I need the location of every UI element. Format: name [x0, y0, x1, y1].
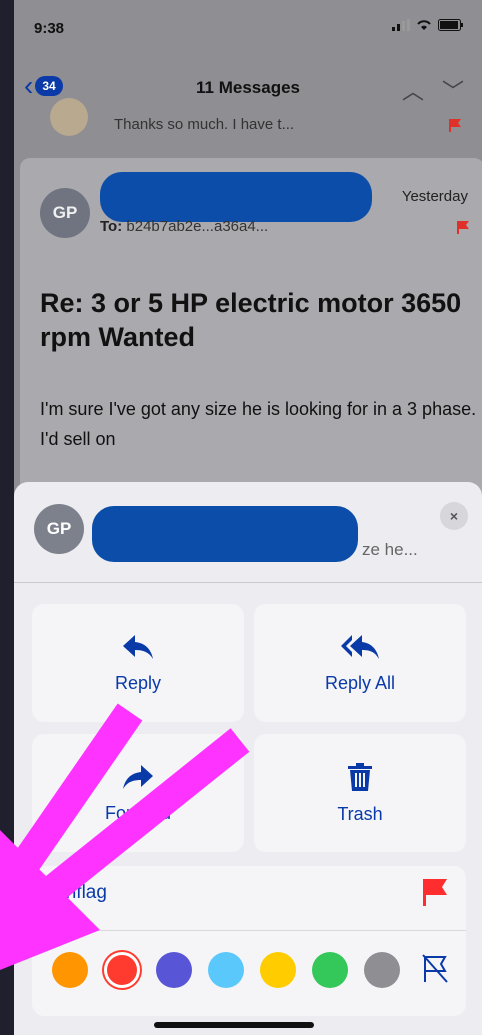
- signal-icon: [392, 19, 411, 31]
- message-nav-arrows: ︿ ﹀: [402, 74, 464, 106]
- redaction-bar: [100, 172, 372, 222]
- trash-icon: [348, 762, 372, 791]
- flag-icon: [423, 879, 447, 906]
- sheet-sender-avatar: GP: [34, 504, 84, 554]
- battery-icon: [438, 19, 463, 31]
- forward-icon: [123, 764, 153, 789]
- trash-button[interactable]: Trash: [254, 734, 466, 852]
- forward-label: Forward: [104, 802, 171, 823]
- flag-color-purple[interactable]: [156, 952, 192, 988]
- flag-panel: Unflag: [32, 866, 466, 1016]
- flag-color-red[interactable]: [104, 952, 140, 988]
- reply-all-icon: [341, 634, 379, 659]
- wifi-icon: [417, 20, 431, 30]
- forward-button[interactable]: Forward: [32, 734, 244, 852]
- reply-label: Reply: [114, 672, 162, 693]
- reply-button[interactable]: Reply: [32, 604, 244, 722]
- clear-flag-icon[interactable]: [422, 954, 448, 984]
- flag-color-orange[interactable]: [52, 952, 88, 988]
- flag-icon: [457, 221, 469, 234]
- chevron-down-icon[interactable]: ﹀: [442, 74, 464, 106]
- flag-color-green[interactable]: [312, 952, 348, 988]
- mail-app-screen: 9:38 ‹ 34 11 Messages ︿ ﹀ Thanks so much…: [14, 0, 482, 1035]
- status-bar: 9:38: [14, 0, 482, 56]
- chevron-up-icon[interactable]: ︿: [402, 74, 424, 106]
- trash-label: Trash: [337, 803, 383, 824]
- flag-color-blue[interactable]: [208, 952, 244, 988]
- recipient-line[interactable]: To: b24b7ab2e...a36a4...: [100, 218, 268, 235]
- status-icons: [392, 18, 464, 34]
- recipient-address: b24b7ab2e...a36a4...: [126, 218, 269, 235]
- divider: [52, 930, 466, 931]
- reply-all-label: Reply All: [324, 672, 396, 693]
- message-card: GP Yesterday To: b24b7ab2e...a36a4... Re…: [20, 158, 482, 498]
- flag-color-yellow[interactable]: [260, 952, 296, 988]
- previous-message-preview: Thanks so much. I have t...: [114, 116, 295, 133]
- redaction-bar: [92, 506, 358, 562]
- flag-color-picker: [52, 952, 400, 988]
- message-date: Yesterday: [401, 188, 468, 205]
- divider: [14, 582, 482, 583]
- navigation-bar: ‹ 34 11 Messages ︿ ﹀: [14, 64, 482, 110]
- home-indicator[interactable]: [154, 1022, 314, 1028]
- reply-all-button[interactable]: Reply All: [254, 604, 466, 722]
- sheet-preview-text: ze he...: [362, 540, 418, 559]
- sender-avatar[interactable]: GP: [40, 188, 90, 238]
- message-subject: Re: 3 or 5 HP electric motor 3650 rpm Wa…: [40, 288, 462, 352]
- avatar: [50, 98, 88, 136]
- previous-message-row[interactable]: Thanks so much. I have t...: [14, 98, 482, 148]
- action-sheet: GP ze he... × Reply Reply All Forward Tr…: [14, 482, 482, 1035]
- to-label: To:: [100, 218, 123, 235]
- message-body: I'm sure I've got any size he is looking…: [40, 399, 477, 449]
- unflag-label: Unflag: [52, 882, 107, 903]
- close-button[interactable]: ×: [440, 502, 468, 530]
- status-time: 9:38: [34, 20, 65, 37]
- flag-color-gray[interactable]: [364, 952, 400, 988]
- unflag-button[interactable]: Unflag: [32, 866, 466, 918]
- reply-icon: [123, 634, 153, 659]
- flag-icon: [449, 119, 461, 132]
